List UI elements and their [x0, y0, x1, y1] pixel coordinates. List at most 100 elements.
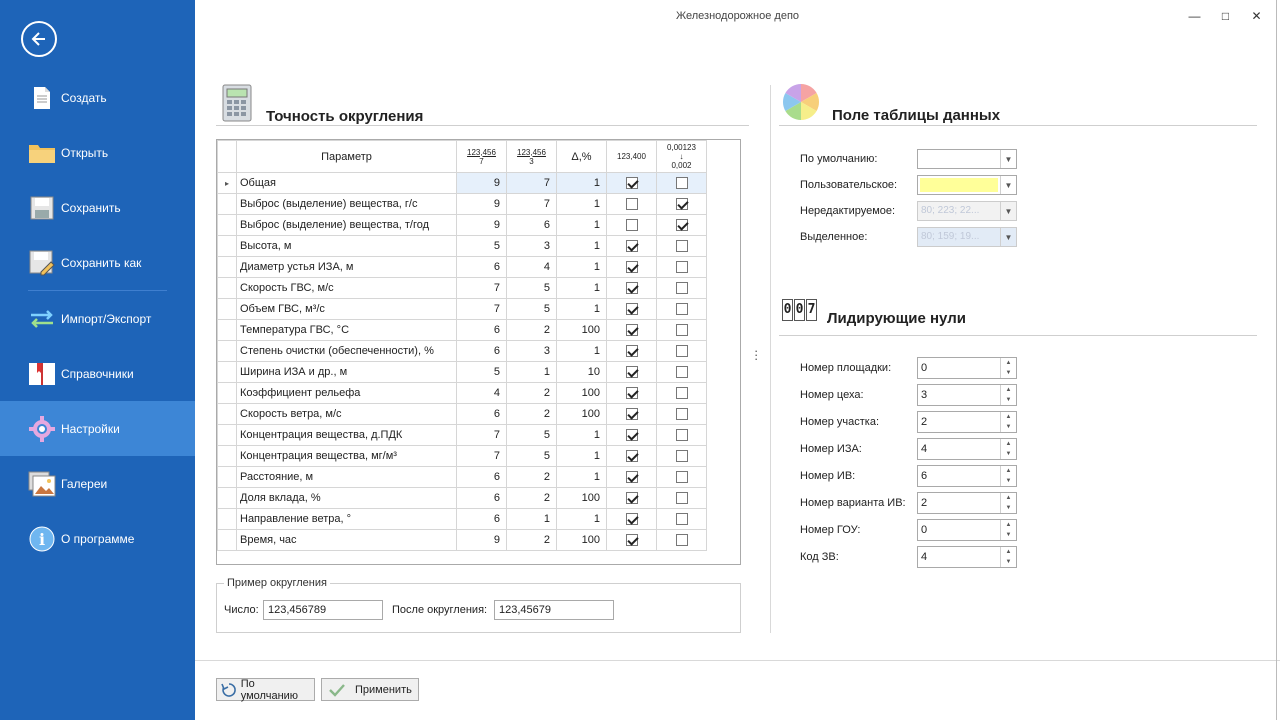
leading-zeros-spinner[interactable]: 0 ▲ ▼ — [917, 357, 1017, 379]
minimize-icon[interactable]: — — [1179, 6, 1210, 26]
trailing-zeros-checkbox[interactable] — [625, 198, 638, 211]
table-row[interactable]: Коэффициент рельефа 4 2 100 — [217, 382, 707, 404]
trailing-zeros-checkbox[interactable] — [625, 450, 638, 463]
sidebar-item-galleries[interactable]: Галереи — [0, 456, 195, 511]
column-header-trailing-zeros[interactable]: 123,400 — [606, 140, 657, 173]
param-name-cell[interactable]: Концентрация вещества, мг/м³ — [236, 445, 457, 467]
back-button[interactable] — [21, 21, 57, 57]
sidebar-item-references[interactable]: Справочники — [0, 346, 195, 401]
delta-cell[interactable]: 1 — [556, 193, 607, 215]
trailing-zeros-checkbox[interactable] — [625, 324, 638, 337]
delta-cell[interactable]: 100 — [556, 403, 607, 425]
delta-cell[interactable]: 1 — [556, 508, 607, 530]
digits-cell[interactable]: 9 — [456, 172, 507, 194]
digits-cell[interactable]: 6 — [456, 508, 507, 530]
trailing-zeros-checkbox[interactable] — [625, 534, 638, 547]
decimals-cell[interactable]: 2 — [506, 403, 557, 425]
small-values-checkbox[interactable] — [675, 261, 688, 274]
table-row[interactable]: Ширина ИЗА и др., м 5 1 10 — [217, 361, 707, 383]
small-values-checkbox[interactable] — [675, 345, 688, 358]
digits-cell[interactable]: 7 — [456, 424, 507, 446]
trailing-zeros-checkbox[interactable] — [625, 513, 638, 526]
rounding-grid[interactable]: Параметр 123,456 7 123,456 3 Δ,% 123,400 0… — [216, 139, 741, 565]
digits-cell[interactable]: 4 — [456, 382, 507, 404]
sidebar-item-about[interactable]: i О программе — [0, 511, 195, 566]
leading-zeros-spinner[interactable]: 4 ▲ ▼ — [917, 546, 1017, 568]
column-header-delta[interactable]: Δ,% — [556, 140, 607, 173]
digits-cell[interactable]: 9 — [456, 214, 507, 236]
chevron-down-icon[interactable]: ▼ — [1000, 150, 1016, 168]
digits-cell[interactable]: 7 — [456, 298, 507, 320]
sidebar-item-save-as[interactable]: Сохранить как — [0, 235, 195, 290]
delta-cell[interactable]: 1 — [556, 424, 607, 446]
trailing-zeros-checkbox[interactable] — [625, 345, 638, 358]
trailing-zeros-checkbox[interactable] — [625, 177, 638, 190]
leading-zeros-spinner[interactable]: 4 ▲ ▼ — [917, 438, 1017, 460]
param-name-cell[interactable]: Скорость ГВС, м/с — [236, 277, 457, 299]
delta-cell[interactable]: 1 — [556, 445, 607, 467]
trailing-zeros-checkbox[interactable] — [625, 471, 638, 484]
spin-down-icon[interactable]: ▼ — [1001, 503, 1016, 513]
digits-cell[interactable]: 6 — [456, 466, 507, 488]
delta-cell[interactable]: 100 — [556, 529, 607, 551]
spin-down-icon[interactable]: ▼ — [1001, 530, 1016, 540]
table-row[interactable]: Концентрация вещества, д.ПДК 7 5 1 — [217, 424, 707, 446]
spin-down-icon[interactable]: ▼ — [1001, 395, 1016, 405]
digits-cell[interactable]: 7 — [456, 445, 507, 467]
small-values-checkbox[interactable] — [675, 492, 688, 505]
spinner-value[interactable]: 3 — [921, 389, 927, 401]
table-row[interactable]: Скорость ГВС, м/с 7 5 1 — [217, 277, 707, 299]
default-color-combo[interactable]: ▼ — [917, 149, 1017, 169]
delta-cell[interactable]: 1 — [556, 235, 607, 257]
small-values-checkbox[interactable] — [675, 303, 688, 316]
sidebar-item-save[interactable]: Сохранить — [0, 180, 195, 235]
spin-down-icon[interactable]: ▼ — [1001, 368, 1016, 378]
after-rounding-input[interactable]: 123,45679 — [494, 600, 614, 620]
digits-cell[interactable]: 6 — [456, 487, 507, 509]
spinner-value[interactable]: 0 — [921, 524, 927, 536]
decimals-cell[interactable]: 1 — [506, 508, 557, 530]
delta-cell[interactable]: 1 — [556, 466, 607, 488]
column-header-small-values[interactable]: 0,00123 ↓ 0,002 — [656, 140, 707, 173]
digits-cell[interactable]: 6 — [456, 403, 507, 425]
leading-zeros-spinner[interactable]: 2 ▲ ▼ — [917, 492, 1017, 514]
leading-zeros-spinner[interactable]: 3 ▲ ▼ — [917, 384, 1017, 406]
param-name-cell[interactable]: Объем ГВС, м³/с — [236, 298, 457, 320]
decimals-cell[interactable]: 5 — [506, 277, 557, 299]
table-row[interactable]: Выброс (выделение) вещества, г/с 9 7 1 — [217, 193, 707, 215]
decimals-cell[interactable]: 2 — [506, 529, 557, 551]
small-values-checkbox[interactable] — [675, 387, 688, 400]
table-row[interactable]: Время, час 9 2 100 — [217, 529, 707, 551]
table-row[interactable]: Высота, м531 — [217, 235, 707, 257]
spinner-value[interactable]: 6 — [921, 470, 927, 482]
param-name-cell[interactable]: Направление ветра, ° — [236, 508, 457, 530]
spin-up-icon[interactable]: ▲ — [1001, 493, 1016, 503]
delta-cell[interactable]: 100 — [556, 319, 607, 341]
table-row[interactable]: Концентрация вещества, мг/м³ 7 5 1 — [217, 445, 707, 467]
small-values-checkbox[interactable] — [675, 219, 688, 232]
param-name-cell[interactable]: Выброс (выделение) вещества, т/год — [236, 214, 457, 236]
small-values-checkbox[interactable] — [675, 198, 688, 211]
spinner-value[interactable]: 2 — [921, 416, 927, 428]
trailing-zeros-checkbox[interactable] — [625, 219, 638, 232]
param-name-cell[interactable]: Высота, м — [236, 235, 457, 257]
decimals-cell[interactable]: 6 — [506, 214, 557, 236]
delta-cell[interactable]: 1 — [556, 214, 607, 236]
leading-zeros-spinner[interactable]: 6 ▲ ▼ — [917, 465, 1017, 487]
param-name-cell[interactable]: Выброс (выделение) вещества, г/с — [236, 193, 457, 215]
small-values-checkbox[interactable] — [675, 513, 688, 526]
param-name-cell[interactable]: Коэффициент рельефа — [236, 382, 457, 404]
param-name-cell[interactable]: Степень очистки (обеспеченности), % — [236, 340, 457, 362]
small-values-checkbox[interactable] — [675, 450, 688, 463]
small-values-checkbox[interactable] — [675, 366, 688, 379]
small-values-checkbox[interactable] — [675, 240, 688, 253]
digits-cell[interactable]: 5 — [456, 361, 507, 383]
delta-cell[interactable]: 100 — [556, 382, 607, 404]
spin-up-icon[interactable]: ▲ — [1001, 520, 1016, 530]
number-input[interactable]: 123,456789 — [263, 600, 383, 620]
spin-down-icon[interactable]: ▼ — [1001, 476, 1016, 486]
digits-cell[interactable]: 9 — [456, 529, 507, 551]
table-row[interactable]: Доля вклада, % 6 2 100 — [217, 487, 707, 509]
param-name-cell[interactable]: Расстояние, м — [236, 466, 457, 488]
decimals-cell[interactable]: 5 — [506, 298, 557, 320]
